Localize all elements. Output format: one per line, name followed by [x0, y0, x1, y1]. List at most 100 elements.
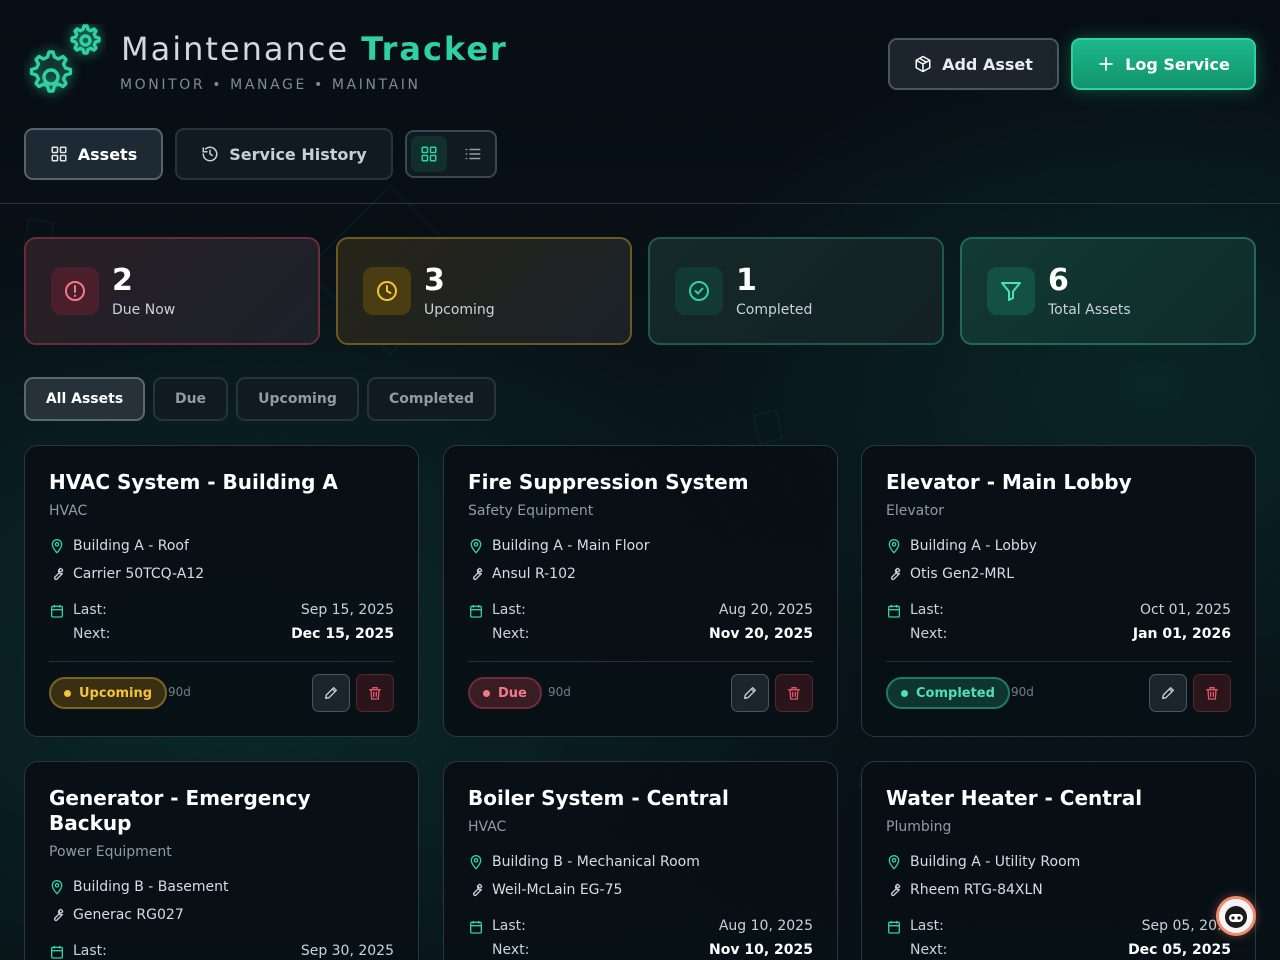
status-badge: Due [468, 677, 542, 709]
asset-card[interactable]: Generator - Emergency Backup Power Equipm… [24, 761, 419, 960]
page-title: Maintenance Tracker [121, 30, 508, 68]
delete-asset-button[interactable] [356, 674, 394, 712]
last-label: Last: [910, 918, 944, 934]
stat-card-due[interactable]: 2 Due Now [24, 237, 320, 345]
stat-card-upcoming[interactable]: 3 Upcoming [336, 237, 632, 345]
list-view-icon [465, 148, 481, 160]
calendar-wrap [886, 919, 902, 939]
asset-name: HVAC System - Building A [49, 470, 338, 494]
asset-card[interactable]: Boiler System - Central HVAC Building B - … [443, 761, 838, 960]
tab-assets[interactable]: Assets [24, 128, 163, 180]
calendar-icon [888, 605, 900, 618]
wrench-icon [472, 567, 483, 581]
wrench-icon [890, 567, 901, 581]
stat-upcoming-value: 3 [424, 263, 445, 298]
filter-completed[interactable]: Completed [367, 377, 496, 421]
location-pin-icon [51, 880, 63, 895]
asset-card[interactable]: Water Heater - Central Plumbing Building A… [861, 761, 1256, 960]
status-dot [483, 689, 490, 697]
stat-completed-label: Completed [736, 302, 813, 318]
filter-all-assets[interactable]: All Assets [24, 377, 145, 421]
next-service-row: Next: Nov 10, 2025 [492, 942, 813, 958]
edit-asset-button[interactable] [1149, 674, 1187, 712]
last-service-date: Sep 30, 2025 [300, 943, 394, 959]
filter-due[interactable]: Due [153, 377, 228, 421]
location-text: Building A - Roof [73, 538, 189, 554]
asset-location: Building A - Roof [49, 538, 189, 554]
asset-model: Generac RG027 [49, 907, 184, 923]
asset-location: Building A - Main Floor [468, 538, 649, 554]
asset-category: Elevator [886, 503, 945, 519]
next-label: Next: [492, 942, 530, 958]
stat-card-completed[interactable]: 1 Completed [648, 237, 944, 345]
gear-logo-icon [24, 24, 106, 106]
asset-model: Rheem RTG-84XLN [886, 882, 1043, 898]
edit-asset-button[interactable] [731, 674, 769, 712]
tab-service-history[interactable]: Service History [175, 128, 393, 180]
asset-model: Ansul R-102 [468, 566, 576, 582]
delete-asset-button[interactable] [775, 674, 813, 712]
location-pin-icon [888, 539, 900, 554]
model-text: Weil-McLain EG-75 [492, 882, 623, 898]
status-badge: Upcoming [49, 677, 168, 709]
next-label: Next: [492, 626, 530, 642]
calendar-wrap [886, 603, 902, 623]
stat-completed-value: 1 [736, 263, 757, 298]
calendar-wrap [49, 603, 65, 623]
status-text: Due [498, 685, 527, 701]
last-label: Last: [73, 602, 107, 618]
asset-name: Generator - Emergency Backup [49, 786, 311, 835]
last-service-row: Last: Sep 30, 2025 [73, 943, 394, 959]
filter-upcoming[interactable]: Upcoming [236, 377, 359, 421]
add-asset-button[interactable]: Add Asset [888, 38, 1059, 90]
stat-upcoming-label: Upcoming [424, 302, 495, 318]
next-service-date: Nov 20, 2025 [709, 626, 813, 642]
next-service-row: Next: Dec 15, 2025 [73, 626, 394, 642]
asset-card[interactable]: HVAC System - Building A HVAC Building A -… [24, 445, 419, 737]
plus-icon [1099, 57, 1113, 71]
calendar-icon [51, 605, 63, 618]
stat-total-value: 6 [1048, 263, 1069, 298]
edit-pencil-icon [1162, 687, 1174, 699]
status-text: Upcoming [79, 685, 153, 701]
calendar-wrap [468, 603, 484, 623]
title-accent: Tracker [361, 30, 508, 68]
asset-name: Elevator - Main Lobby [886, 470, 1132, 494]
stat-card-total[interactable]: 6 Total Assets [960, 237, 1256, 345]
trash-icon [788, 687, 800, 700]
asset-card[interactable]: Elevator - Main Lobby Elevator Building A … [861, 445, 1256, 737]
tab-history-label: Service History [229, 144, 367, 164]
edit-asset-button[interactable] [312, 674, 350, 712]
filter-icon [987, 267, 1035, 315]
grid-icon [51, 146, 67, 162]
asset-name: Water Heater - Central [886, 786, 1143, 810]
asset-card[interactable]: Fire Suppression System Safety Equipment B… [443, 445, 838, 737]
asset-name: Boiler System - Central [468, 786, 729, 810]
calendar-icon [470, 605, 482, 618]
status-dot [64, 689, 71, 697]
location-text: Building A - Lobby [910, 538, 1037, 554]
grid-view-button[interactable] [411, 136, 447, 172]
log-service-button[interactable]: Log Service [1071, 38, 1256, 90]
history-icon [202, 146, 218, 162]
service-interval: 90d [168, 685, 191, 699]
status-badge: Completed [886, 677, 1010, 709]
calendar-wrap [468, 919, 484, 939]
list-view-button[interactable] [455, 136, 491, 172]
wrench-icon [53, 908, 64, 922]
title-main: Maintenance [121, 30, 350, 68]
check-circle-icon [675, 267, 723, 315]
calendar-icon [888, 921, 900, 934]
chat-assistant-button[interactable] [1216, 896, 1256, 936]
location-pin-icon [51, 539, 63, 554]
next-label: Next: [910, 626, 948, 642]
assistant-avatar-icon [1225, 906, 1247, 928]
wrench-icon [890, 883, 901, 897]
next-service-row: Next: Dec 05, 2025 [910, 942, 1231, 958]
next-label: Next: [910, 942, 948, 958]
calendar-wrap [49, 944, 65, 960]
asset-category: HVAC [49, 503, 88, 519]
page-subtitle: MONITOR • MANAGE • MAINTAIN [120, 77, 421, 93]
delete-asset-button[interactable] [1193, 674, 1231, 712]
asset-model: Carrier 50TCQ-A12 [49, 566, 204, 582]
